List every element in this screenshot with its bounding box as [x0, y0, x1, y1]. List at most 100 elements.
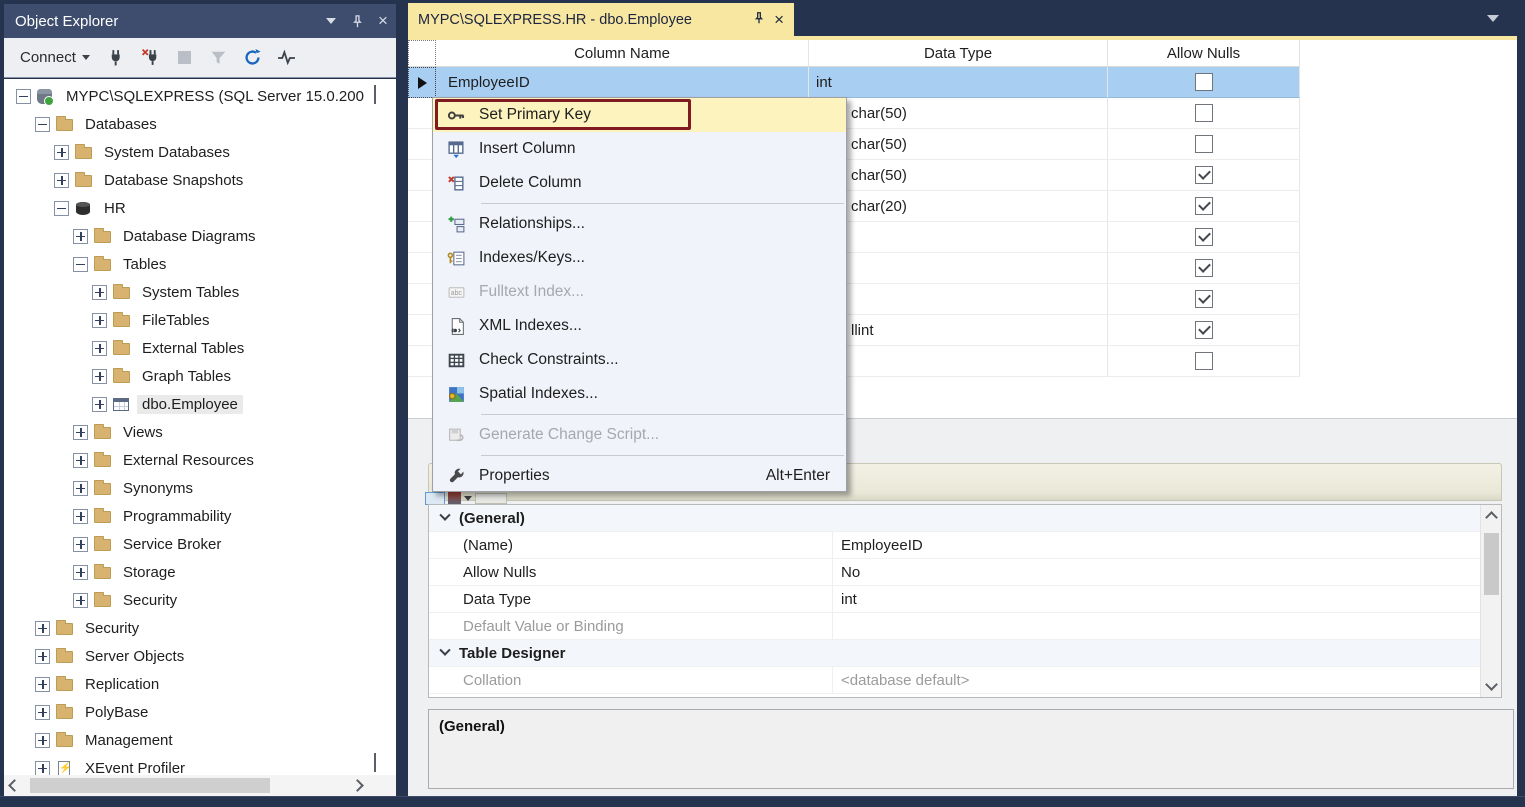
menu-item-indexes-keys[interactable]: Indexes/Keys... — [433, 241, 846, 275]
allow-nulls-checkbox[interactable] — [1195, 73, 1213, 91]
property-row-collation[interactable]: Collation<database default> — [429, 667, 1481, 694]
tree-item-security[interactable]: Security — [4, 614, 396, 642]
window-position-icon[interactable] — [318, 10, 344, 32]
tree-item-system-tables[interactable]: System Tables — [4, 278, 396, 306]
activity-monitor-icon[interactable] — [272, 44, 302, 72]
expand-icon[interactable] — [35, 649, 50, 664]
data-type-cell[interactable] — [809, 284, 1108, 315]
expand-icon[interactable] — [73, 537, 88, 552]
expand-icon[interactable] — [73, 509, 88, 524]
collapse-icon[interactable] — [16, 89, 31, 104]
expand-icon[interactable] — [92, 285, 107, 300]
allow-nulls-checkbox[interactable] — [1195, 259, 1213, 277]
scroll-right-icon[interactable] — [351, 779, 364, 792]
scroll-up-icon[interactable] — [1485, 511, 1498, 524]
tab-pin-icon[interactable] — [752, 11, 766, 29]
expand-icon[interactable] — [73, 425, 88, 440]
collapse-icon[interactable] — [35, 117, 50, 132]
tree-item-management[interactable]: Management — [4, 726, 396, 754]
property-value[interactable]: <database default> — [832, 667, 1481, 693]
alphabetical-icon[interactable] — [448, 492, 461, 504]
allow-nulls-checkbox[interactable] — [1195, 104, 1213, 122]
row-selector[interactable] — [408, 67, 436, 98]
tree-item-synonyms[interactable]: Synonyms — [4, 474, 396, 502]
scroll-left-icon[interactable] — [8, 779, 21, 792]
tree-item-server-objects[interactable]: Server Objects — [4, 642, 396, 670]
document-tab[interactable]: MYPC\SQLEXPRESS.HR - dbo.Employee × — [408, 3, 794, 36]
expand-icon[interactable] — [35, 705, 50, 720]
tree-item-xevent-profiler[interactable]: ⚡XEvent Profiler — [4, 754, 396, 775]
menu-item-insert-column[interactable]: Insert Column — [433, 132, 846, 166]
connect-button[interactable]: Connect — [12, 45, 98, 70]
tree-item-system-databases[interactable]: System Databases — [4, 138, 396, 166]
connect-object-icon[interactable] — [102, 44, 132, 72]
menu-item-relationships[interactable]: Relationships... — [433, 207, 846, 241]
tree-item-polybase[interactable]: PolyBase — [4, 698, 396, 726]
tree-item-database-diagrams[interactable]: Database Diagrams — [4, 222, 396, 250]
tree-item-security[interactable]: Security — [4, 586, 396, 614]
allow-nulls-checkbox[interactable] — [1195, 197, 1213, 215]
expand-icon[interactable] — [92, 369, 107, 384]
scroll-down-icon[interactable] — [1485, 678, 1498, 691]
data-type-cell[interactable]: char(50) — [809, 160, 1108, 191]
menu-item-set-primary-key[interactable]: Set Primary Key — [433, 98, 846, 132]
disconnect-icon[interactable] — [136, 44, 166, 72]
allow-nulls-checkbox[interactable] — [1195, 352, 1213, 370]
allow-nulls-checkbox[interactable] — [1195, 321, 1213, 339]
menu-item-properties[interactable]: PropertiesAlt+Enter — [433, 459, 846, 493]
tree-item-external-tables[interactable]: External Tables — [4, 334, 396, 362]
expand-icon[interactable] — [73, 593, 88, 608]
tree-item-graph-tables[interactable]: Graph Tables — [4, 362, 396, 390]
expand-icon[interactable] — [92, 397, 107, 412]
expand-icon[interactable] — [35, 761, 50, 776]
tree-item-dbo-employee[interactable]: dbo.Employee — [4, 390, 396, 418]
property-row-default-value-or-binding[interactable]: Default Value or Binding — [429, 613, 1481, 640]
data-type-cell[interactable] — [809, 346, 1108, 377]
menu-item-xml-indexes[interactable]: XML Indexes... — [433, 309, 846, 343]
property-value[interactable] — [832, 613, 1481, 639]
tab-close-icon[interactable]: × — [774, 10, 784, 30]
allow-nulls-checkbox[interactable] — [1195, 166, 1213, 184]
expand-icon[interactable] — [73, 453, 88, 468]
property-value[interactable]: EmployeeID — [832, 532, 1481, 558]
tree-horizontal-scrollbar[interactable] — [4, 775, 396, 796]
data-type-cell[interactable]: char(50) — [809, 129, 1108, 160]
tree-item-storage[interactable]: Storage — [4, 558, 396, 586]
expand-icon[interactable] — [54, 145, 69, 160]
expand-icon[interactable] — [73, 229, 88, 244]
data-type-cell[interactable]: char(20) — [809, 191, 1108, 222]
toolbar-dropdown-icon[interactable] — [464, 496, 472, 501]
close-icon[interactable]: × — [370, 10, 396, 32]
expand-icon[interactable] — [92, 341, 107, 356]
property-row-data-type[interactable]: Data Typeint — [429, 586, 1481, 613]
property-value[interactable]: No — [832, 559, 1481, 585]
tree-item-replication[interactable]: Replication — [4, 670, 396, 698]
menu-item-check-constraints[interactable]: Check Constraints... — [433, 343, 846, 377]
expand-icon[interactable] — [35, 733, 50, 748]
tree-item-databases[interactable]: Databases — [4, 110, 396, 138]
expand-icon[interactable] — [73, 565, 88, 580]
scrollbar-thumb[interactable] — [1484, 533, 1499, 595]
tree-item-database-snapshots[interactable]: Database Snapshots — [4, 166, 396, 194]
refresh-icon[interactable] — [238, 44, 268, 72]
property-value[interactable]: int — [832, 586, 1481, 612]
data-type-cell[interactable] — [809, 222, 1108, 253]
data-type-cell[interactable]: int — [809, 67, 1108, 98]
expand-icon[interactable] — [73, 481, 88, 496]
expand-icon[interactable] — [35, 677, 50, 692]
data-type-cell[interactable]: llint — [809, 315, 1108, 346]
property-grid-scrollbar[interactable] — [1480, 505, 1501, 697]
pin-icon[interactable] — [344, 10, 370, 32]
property-row-name[interactable]: (Name)EmployeeID — [429, 532, 1481, 559]
tree-item-mypc-sqlexpress-sql-server-15-0-200[interactable]: MYPC\SQLEXPRESS (SQL Server 15.0.200 — [4, 82, 396, 110]
expand-icon[interactable] — [92, 313, 107, 328]
expand-icon[interactable] — [35, 621, 50, 636]
tree-item-service-broker[interactable]: Service Broker — [4, 530, 396, 558]
tree-item-external-resources[interactable]: External Resources — [4, 446, 396, 474]
tree-item-tables[interactable]: Tables — [4, 250, 396, 278]
data-type-cell[interactable]: char(50) — [809, 98, 1108, 129]
collapse-icon[interactable] — [54, 201, 69, 216]
property-category-table-designer[interactable]: Table Designer — [429, 640, 1481, 667]
property-category-general[interactable]: (General) — [429, 505, 1481, 532]
column-name-cell[interactable]: EmployeeID — [436, 67, 809, 98]
